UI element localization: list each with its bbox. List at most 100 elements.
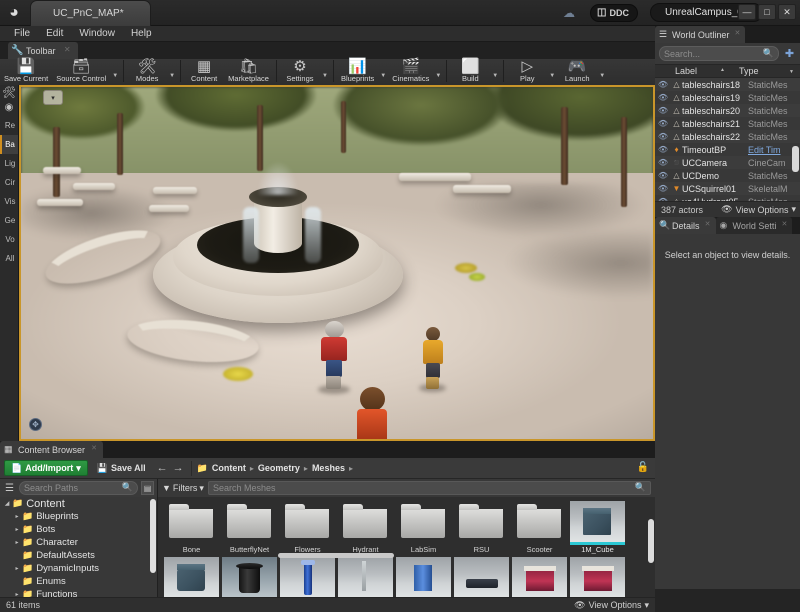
marketplace-button[interactable]: 🛍 Marketplace	[224, 59, 273, 85]
outliner-rows[interactable]: 👁 △ tableschairs18 StaticMes 👁 △ tablesc…	[655, 78, 800, 201]
source-control-button[interactable]: 🗃 Source Control	[52, 59, 110, 85]
maximize-button[interactable]: □	[758, 4, 776, 20]
build-button[interactable]: ⬜ Build	[450, 59, 490, 85]
list-item[interactable]: Scooter	[512, 501, 567, 555]
menu-edit[interactable]: Edit	[38, 26, 71, 42]
source-control-caret[interactable]: ▼	[110, 73, 120, 79]
settings-button[interactable]: ⚙ Settings	[280, 59, 320, 85]
tab-world-outliner[interactable]: ☰ World Outliner ✕	[655, 26, 746, 43]
level-tab[interactable]: UC_PnC_MAP*	[29, 0, 151, 26]
table-row[interactable]: 👁 △ tableschairs18 StaticMes	[655, 78, 800, 91]
eye-icon[interactable]: 👁	[655, 158, 671, 167]
blueprints-button[interactable]: 📊 Blueprints	[337, 59, 378, 85]
tab-world-settings[interactable]: ◉ World Setti ✕	[715, 217, 793, 234]
outliner-view-options-button[interactable]: 👁 View Options ▾	[721, 204, 796, 215]
modes-icon[interactable]: 🛠	[0, 85, 18, 99]
eye-icon[interactable]: 👁	[655, 132, 671, 141]
back-button[interactable]: ←	[157, 462, 168, 474]
viewport-options-icon[interactable]: ▾	[43, 90, 63, 105]
menu-window[interactable]: Window	[71, 26, 123, 42]
tab-details[interactable]: 🔍 Details ✕	[655, 217, 716, 234]
asset-view-options-button[interactable]: 👁 View Options ▾	[574, 600, 649, 611]
table-row[interactable]: 👁 ♦ TimeoutBP Edit Tim	[655, 143, 800, 156]
list-item[interactable]: Hydrant	[338, 501, 393, 555]
content-button[interactable]: ▦ Content	[184, 59, 224, 85]
breadcrumb-meshes[interactable]: Meshes	[312, 463, 345, 473]
chevron-down-icon[interactable]: ◢	[2, 500, 12, 507]
tree-node-content[interactable]: ◢ 📁 Content	[0, 497, 157, 510]
ddc-indicator[interactable]: ◫ DDC	[590, 4, 638, 22]
column-header-label[interactable]: Label	[655, 66, 733, 76]
rail-item-recently-placed[interactable]: Re	[0, 116, 18, 135]
asset-grid-area[interactable]: Bone ButterflyNet Flowers Hydrant LabSim…	[158, 497, 655, 611]
tab-content-browser[interactable]: ▦ Content Browser ✕	[0, 441, 104, 458]
launch-button[interactable]: 🎮 Launch	[557, 59, 597, 85]
add-import-button[interactable]: 📄 Add/Import ▾	[4, 460, 88, 476]
table-row[interactable]: 👁 △ tableschairs19 StaticMes	[655, 91, 800, 104]
rail-item-visual-effects[interactable]: Vis	[0, 192, 18, 211]
lock-icon[interactable]: 🔓	[637, 462, 649, 473]
eye-icon[interactable]: 👁	[655, 145, 671, 154]
column-header-type[interactable]: Type	[733, 66, 800, 76]
tree-node-blueprints[interactable]: ▸ 📁 Blueprints	[0, 510, 157, 523]
close-icon[interactable]: ✕	[91, 444, 97, 452]
eye-icon[interactable]: 👁	[655, 93, 671, 102]
level-viewport[interactable]: ▾ ✥	[19, 85, 655, 441]
table-row[interactable]: 👁 △ tableschairs20 StaticMes	[655, 104, 800, 117]
table-row[interactable]: 👁 ▼ UCSquirrel01 SkeletalM	[655, 182, 800, 195]
tree-node-bots[interactable]: ▸ 📁 Bots	[0, 523, 157, 536]
play-caret[interactable]: ▼	[547, 73, 557, 79]
filters-button[interactable]: ▼ Filters ▾	[162, 483, 204, 494]
table-row[interactable]: 👁 ◾ UCCamera CineCam	[655, 156, 800, 169]
play-button[interactable]: ▷ Play	[507, 59, 547, 85]
breadcrumb-geometry[interactable]: Geometry	[258, 463, 300, 473]
folder-tree[interactable]: ◢ 📁 Content ▸ 📁 Blueprints ▸ 📁 Bots ▸ 📁 …	[0, 497, 157, 610]
chevron-right-icon[interactable]: ▸	[12, 513, 22, 520]
build-caret[interactable]: ▼	[490, 73, 500, 79]
list-item[interactable]: ButterflyNet	[222, 501, 277, 555]
list-item[interactable]: Flowers	[280, 501, 335, 555]
close-icon[interactable]: ✕	[734, 29, 740, 37]
list-item[interactable]: 1M_Cube	[570, 501, 625, 555]
place-actor-icon[interactable]: ◉	[0, 99, 18, 116]
rail-item-all-classes[interactable]: All	[0, 249, 18, 268]
eye-icon[interactable]: 👁	[655, 80, 671, 89]
chevron-right-icon[interactable]: ▸	[12, 526, 22, 533]
list-view-icon[interactable]: ▤	[141, 481, 154, 495]
rail-item-cinematic[interactable]: Cir	[0, 173, 18, 192]
save-all-button[interactable]: 💾 Save All	[93, 460, 150, 476]
launch-caret[interactable]: ▼	[597, 73, 607, 79]
tree-node-defaultassets[interactable]: 📁 DefaultAssets	[0, 549, 157, 562]
eye-icon[interactable]: 👁	[655, 197, 671, 201]
rail-item-basic[interactable]: Ba	[0, 135, 18, 154]
list-item[interactable]: Bone	[164, 501, 219, 555]
table-row[interactable]: 👁 △ tableschairs21 StaticMes	[655, 117, 800, 130]
minimize-button[interactable]: —	[738, 4, 756, 20]
tab-toolbar[interactable]: 🔧 Toolbar ✕	[8, 42, 78, 59]
table-row[interactable]: 👁 △ UCDemo StaticMes	[655, 169, 800, 182]
eye-icon[interactable]: 👁	[655, 184, 671, 193]
tree-node-enums[interactable]: 📁 Enums	[0, 575, 157, 588]
compass-icon[interactable]: ✥	[29, 418, 42, 431]
rail-item-volumes[interactable]: Vo	[0, 230, 18, 249]
close-button[interactable]: ✕	[778, 4, 796, 20]
tree-node-character[interactable]: ▸ 📁 Character	[0, 536, 157, 549]
save-current-button[interactable]: 💾 Save Current	[0, 59, 52, 85]
asset-scrollbar-vertical[interactable]	[648, 519, 654, 563]
cloud-icon[interactable]: ☁	[563, 6, 575, 20]
menu-file[interactable]: File	[6, 26, 38, 42]
menu-help[interactable]: Help	[123, 26, 160, 42]
eye-icon[interactable]: 👁	[655, 171, 671, 180]
search-meshes-input[interactable]: Search Meshes 🔍	[207, 481, 651, 495]
list-item[interactable]: LabSim	[396, 501, 451, 555]
close-icon[interactable]: ✕	[782, 220, 788, 228]
tree-node-dynamicinputs[interactable]: ▸ 📁 DynamicInputs	[0, 562, 157, 575]
close-icon[interactable]: ✕	[705, 220, 711, 228]
settings-caret[interactable]: ▼	[320, 73, 330, 79]
list-item[interactable]: RSU	[454, 501, 509, 555]
modes-button[interactable]: 🛠 Modes	[127, 59, 167, 85]
outliner-search-input[interactable]: Search... 🔍	[659, 46, 779, 61]
breadcrumb-content[interactable]: Content	[212, 463, 246, 473]
asset-scrollbar-horizontal[interactable]	[278, 553, 394, 558]
chevron-right-icon[interactable]: ▸	[12, 565, 22, 572]
